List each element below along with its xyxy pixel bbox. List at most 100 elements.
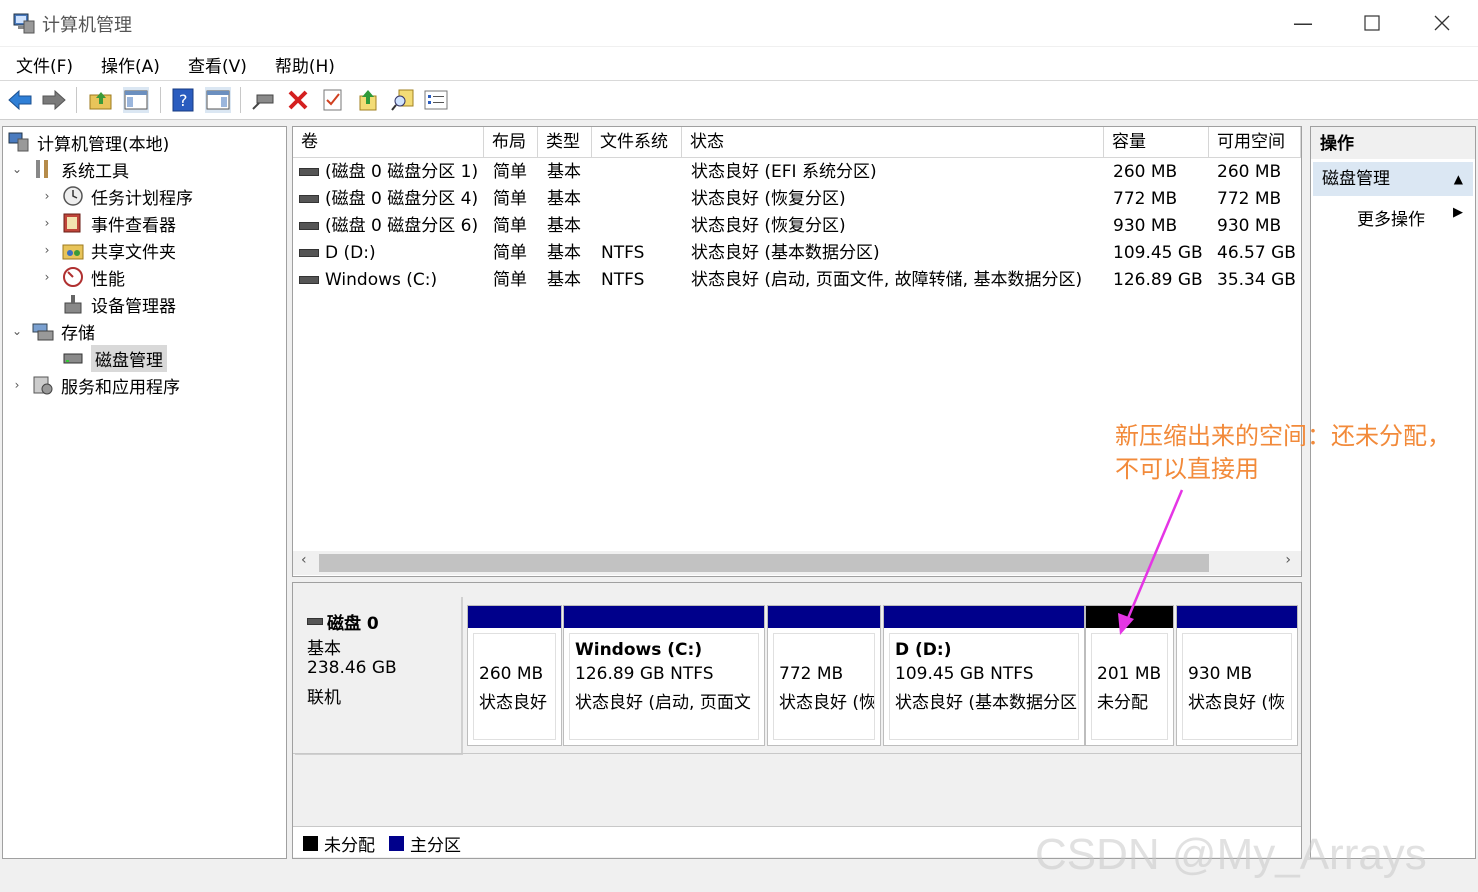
scrollbar-thumb[interactable] [319, 554, 1209, 572]
disk-type: 基本 [307, 639, 341, 659]
tree-node-root[interactable]: 计算机管理(本地) [7, 129, 169, 155]
tree-node-services-apps[interactable]: › 服务和应用程序 [9, 372, 180, 398]
tree-node-system-tools[interactable]: ⌄ 系统工具 [9, 156, 129, 182]
tree-node-shared-folders[interactable]: › 共享文件夹 [39, 237, 176, 263]
column-type[interactable]: 类型 [538, 127, 592, 157]
actions-section-disk-management[interactable]: 磁盘管理 ▲ [1313, 162, 1473, 196]
storage-icon [31, 319, 55, 343]
back-button[interactable] [7, 87, 33, 113]
partition-c[interactable]: Windows (C:) 126.89 GB NTFS 状态良好 (启动, 页面… [563, 605, 765, 746]
computer-management-icon [7, 130, 31, 154]
partition-bar [768, 606, 880, 628]
volume-icon [299, 195, 319, 203]
column-header-row: 卷 布局 类型 文件系统 状态 容量 可用空间 [293, 127, 1301, 158]
partition-bar [564, 606, 764, 628]
column-status[interactable]: 状态 [682, 127, 1104, 157]
column-layout[interactable]: 布局 [484, 127, 538, 157]
search-button[interactable] [390, 87, 416, 113]
chevron-right-icon[interactable]: › [39, 270, 55, 284]
import-button[interactable] [355, 87, 381, 113]
volume-icon [299, 249, 319, 257]
forward-arrow-icon [42, 89, 66, 111]
volume-icon [299, 276, 319, 284]
column-capacity[interactable]: 容量 [1104, 127, 1209, 157]
column-free-space[interactable]: 可用空间 [1209, 127, 1301, 157]
actions-pane: 操作 磁盘管理 ▲ 更多操作 ▶ [1310, 126, 1476, 859]
collapse-up-icon[interactable]: ▲ [1454, 162, 1463, 196]
list-view-button[interactable] [423, 87, 449, 113]
menu-view[interactable]: 查看(V) [172, 47, 259, 80]
maximize-button[interactable] [1349, 8, 1395, 38]
properties-button[interactable] [320, 87, 346, 113]
minimize-button[interactable]: — [1280, 8, 1326, 38]
partition-bar [1177, 606, 1297, 628]
tree-node-task-scheduler[interactable]: › 任务计划程序 [39, 183, 193, 209]
forward-button[interactable] [41, 87, 67, 113]
volume-row[interactable]: (磁盘 0 磁盘分区 4) 简单 基本 状态良好 (恢复分区) 772 MB 7… [293, 186, 1301, 213]
menu-file[interactable]: 文件(F) [0, 47, 85, 80]
primary-swatch [389, 836, 404, 851]
chevron-right-icon[interactable]: › [39, 189, 55, 203]
actions-header: 操作 [1311, 127, 1475, 159]
tree-node-event-viewer[interactable]: › 事件查看器 [39, 210, 176, 236]
show-hide-tree-button[interactable] [123, 87, 149, 113]
svg-text:?: ? [179, 91, 188, 110]
help-icon: ? [172, 88, 194, 112]
up-folder-button[interactable] [88, 87, 114, 113]
chevron-right-icon[interactable]: › [9, 378, 25, 392]
disk-info[interactable]: 磁盘 0 基本 238.46 GB 联机 [295, 597, 463, 755]
menu-help[interactable]: 帮助(H) [259, 47, 347, 80]
drive-connect-icon [252, 94, 274, 110]
disk-size: 238.46 GB [307, 658, 397, 678]
chevron-down-icon[interactable]: ⌄ [9, 162, 25, 176]
scroll-right-icon[interactable]: › [1285, 552, 1291, 568]
volume-row[interactable]: (磁盘 0 磁盘分区 1) 简单 基本 状态良好 (EFI 系统分区) 260 … [293, 159, 1301, 186]
performance-gauge-icon [61, 265, 85, 289]
partition-recovery-2[interactable]: 930 MB 状态良好 (恢 [1176, 605, 1298, 746]
more-actions[interactable]: 更多操作 ▶ [1357, 205, 1463, 230]
tree-node-storage[interactable]: ⌄ 存储 [9, 318, 95, 344]
partition-bar [468, 606, 561, 628]
partition-efi[interactable]: 260 MB 状态良好 [467, 605, 562, 746]
volume-row[interactable]: (磁盘 0 磁盘分区 6) 简单 基本 状态良好 (恢复分区) 930 MB 9… [293, 213, 1301, 240]
tools-icon [31, 157, 55, 181]
console-tree: 计算机管理(本地) ⌄ 系统工具 › 任务计划程序 › 事件查看器 › 共享文件… [2, 126, 287, 859]
menu-action[interactable]: 操作(A) [85, 47, 172, 80]
disk-state: 联机 [307, 688, 341, 708]
chevron-right-icon[interactable]: › [39, 243, 55, 257]
connect-drive-button[interactable] [250, 87, 276, 113]
help-button[interactable]: ? [170, 87, 196, 113]
partition-d[interactable]: D (D:) 109.45 GB NTFS 状态良好 (基本数据分区 [883, 605, 1085, 746]
action-pane-button[interactable] [205, 87, 231, 113]
volume-row[interactable]: Windows (C:) 简单 基本 NTFS 状态良好 (启动, 页面文件, … [293, 267, 1301, 294]
device-manager-icon [61, 292, 85, 316]
column-filesystem[interactable]: 文件系统 [592, 127, 682, 157]
chevron-down-icon[interactable]: ⌄ [9, 324, 25, 338]
close-button[interactable] [1419, 8, 1465, 38]
window-title: 计算机管理 [42, 15, 132, 36]
volume-row[interactable]: D (D:) 简单 基本 NTFS 状态良好 (基本数据分区) 109.45 G… [293, 240, 1301, 267]
partition-bar [884, 606, 1084, 628]
console-tree-icon [124, 90, 148, 110]
tree-node-performance[interactable]: › 性能 [39, 264, 125, 290]
annotation-arrow [1118, 489, 1184, 635]
shared-folder-icon [61, 238, 85, 262]
annotation-text: 新压缩出来的空间：还未分配， 不可以直接用 [1115, 422, 1451, 483]
chevron-right-icon[interactable]: › [39, 216, 55, 230]
tree-node-device-manager[interactable]: 设备管理器 [61, 291, 176, 317]
delete-x-icon [288, 90, 308, 110]
checklist-icon [323, 89, 342, 111]
back-arrow-icon [8, 89, 32, 111]
partition-recovery-1[interactable]: 772 MB 状态良好 (恢 [767, 605, 881, 746]
scroll-left-icon[interactable]: ‹ [301, 552, 307, 568]
action-pane-icon [206, 90, 230, 110]
delete-button[interactable] [285, 87, 311, 113]
minimize-icon: — [1293, 11, 1313, 35]
tree-node-disk-management[interactable]: 磁盘管理 [61, 344, 167, 372]
disk-name: 磁盘 0 [327, 614, 379, 634]
search-icon [391, 89, 414, 111]
services-icon [31, 373, 55, 397]
list-view-icon [424, 90, 448, 110]
column-volume[interactable]: 卷 [293, 127, 484, 157]
volume-icon [299, 222, 319, 230]
